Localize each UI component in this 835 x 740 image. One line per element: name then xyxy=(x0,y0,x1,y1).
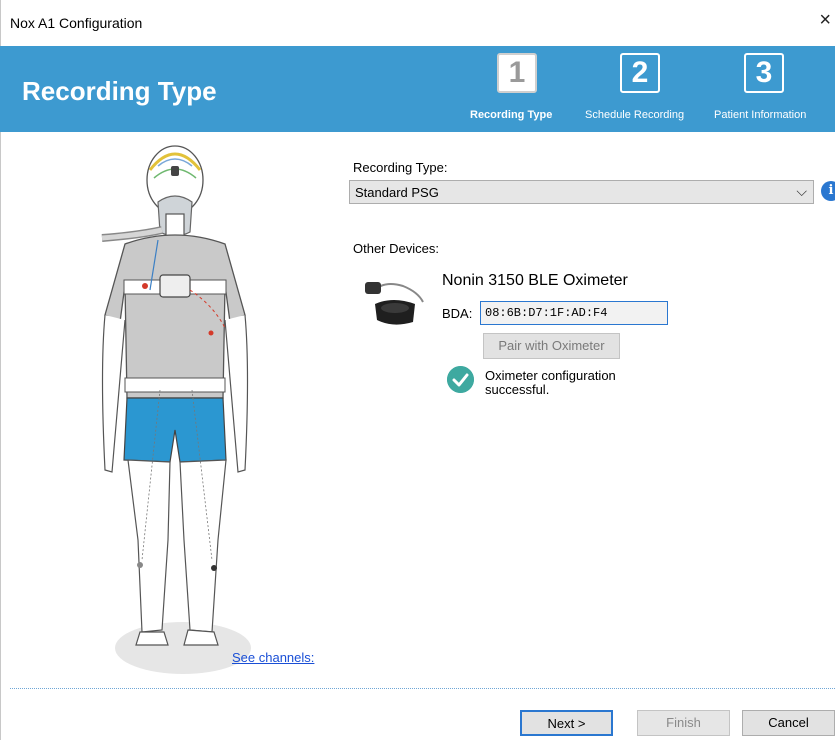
step-2-label: Schedule Recording xyxy=(585,109,685,121)
finish-button[interactable]: Finish xyxy=(637,710,730,736)
step-3-label: Patient Information xyxy=(714,109,807,121)
window-title: Nox A1 Configuration xyxy=(10,15,143,31)
recording-type-value: Standard PSG xyxy=(355,185,439,200)
pair-with-oximeter-button[interactable]: Pair with Oximeter xyxy=(483,333,620,359)
cancel-button[interactable]: Cancel xyxy=(742,710,835,736)
recording-type-label: Recording Type: xyxy=(353,160,448,175)
footer-divider xyxy=(10,688,835,689)
title-bar: Nox A1 Configuration × xyxy=(0,0,835,46)
wizard-header: Recording Type 1 Recording Type 2 Schedu… xyxy=(0,46,835,132)
bda-input[interactable] xyxy=(480,301,668,325)
info-icon[interactable]: i xyxy=(821,181,835,201)
device-name: Nonin 3150 BLE Oximeter xyxy=(442,272,628,289)
see-channels-link[interactable]: See channels: xyxy=(232,650,314,665)
step-1-label: Recording Type xyxy=(470,109,553,121)
next-button[interactable]: Next > xyxy=(520,710,613,736)
step-1-box: 1 xyxy=(497,53,537,93)
close-icon[interactable]: × xyxy=(819,10,831,30)
configuration-status: Oximeter configuration successful. xyxy=(485,368,616,397)
patient-setup-illustration xyxy=(101,145,251,674)
bda-label: BDA: xyxy=(442,306,473,321)
other-devices-label: Other Devices: xyxy=(353,241,439,256)
chevron-down-icon: ⌵ xyxy=(796,183,807,199)
oximeter-device-image xyxy=(365,282,424,325)
success-check-icon xyxy=(447,366,474,393)
step-2-box: 2 xyxy=(620,53,660,93)
step-3-box: 3 xyxy=(744,53,784,93)
page-title: Recording Type xyxy=(22,76,217,106)
recording-type-select[interactable]: Standard PSG ⌵ xyxy=(349,180,814,204)
window-left-border xyxy=(0,132,1,740)
